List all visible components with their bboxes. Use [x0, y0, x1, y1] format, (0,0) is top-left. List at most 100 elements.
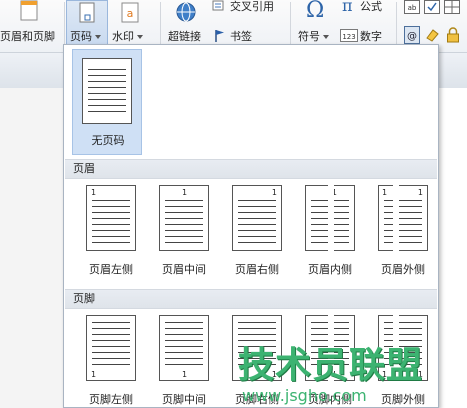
thumbnail-line: [238, 200, 276, 201]
chevron-down-icon: [95, 35, 101, 39]
header-option[interactable]: 1 页眉左侧: [80, 185, 142, 285]
thumbnail-line: [92, 236, 130, 237]
thumbnail-line: [92, 358, 130, 359]
header-option-label: 页眉中间: [162, 263, 206, 276]
hyperlink-button[interactable]: 超链接: [168, 28, 201, 44]
checkbox-control-icon[interactable]: [424, 0, 440, 14]
formula-button[interactable]: 公式: [360, 0, 382, 14]
ribbon-separator: [160, 2, 161, 46]
site-watermark: 技术员联盟 www.jsgho.com: [238, 336, 467, 408]
header-thumbnail: 1: [86, 185, 136, 251]
thumbnail-line: [92, 346, 130, 347]
footer-option-label: 页脚左侧: [89, 393, 133, 406]
svg-text:a: a: [127, 7, 134, 20]
footer-section-title: 页脚: [65, 289, 437, 309]
symbol-button[interactable]: 符号: [298, 28, 329, 44]
header-footer-icon: [20, 0, 38, 21]
thumbnail-line: [384, 206, 422, 207]
header-option[interactable]: 1 页眉中间: [153, 185, 215, 285]
header-option-label: 页眉左侧: [89, 263, 133, 276]
thumbnail-line: [165, 364, 203, 365]
thumbnail-line: [165, 242, 203, 243]
thumbnail-line: [92, 224, 130, 225]
header-footer-button[interactable]: 页眉和页脚: [0, 28, 55, 44]
cross-reference-icon: [212, 0, 224, 11]
header-thumbnail: 1: [159, 185, 209, 251]
header-option[interactable]: 1 1 页眉外侧: [372, 185, 434, 285]
omega-symbol-icon: Ω: [306, 0, 325, 23]
thumbnail-line: [92, 328, 130, 329]
thumbnail-line: [238, 242, 276, 243]
page-number-icon: [79, 2, 95, 23]
ribbon-separator: [64, 2, 65, 46]
watermark-label: 水印: [112, 30, 134, 43]
thumbnail-line: [88, 81, 126, 82]
thumbnail-line: [238, 230, 276, 231]
thumbnail-line: [88, 93, 126, 94]
document-left-margin: [0, 88, 70, 408]
thumbnail-line: [92, 334, 130, 335]
thumbnail-line: [384, 334, 422, 335]
thumbnail-line: [165, 200, 203, 201]
thumbnail-line: [88, 99, 126, 100]
grid-control-icon[interactable]: [444, 0, 460, 14]
thumbnail-line: [165, 218, 203, 219]
page-number-marker: 1: [182, 370, 188, 379]
svg-text:ab: ab: [408, 4, 417, 12]
thumbnail-line: [384, 236, 422, 237]
thumbnail-line: [384, 242, 422, 243]
design-mode-icon[interactable]: @: [404, 26, 420, 44]
header-thumbnail: 1: [232, 185, 282, 251]
chevron-down-icon: [137, 35, 143, 39]
page-number-marker: 1: [91, 370, 97, 379]
thumbnail-line: [238, 236, 276, 237]
text-field-control-icon[interactable]: ab: [404, 0, 420, 14]
thumbnail-line: [88, 69, 126, 70]
watermark-icon: a: [121, 2, 139, 23]
thumbnail-line: [165, 206, 203, 207]
lock-icon[interactable]: [446, 27, 460, 43]
watermark-url: www.jsgho.com: [242, 386, 367, 405]
svg-text:123: 123: [342, 33, 355, 41]
header-thumbnail: 11: [378, 185, 428, 251]
thumbnail-line: [88, 87, 126, 88]
page-number-label: 页码: [70, 30, 92, 43]
thumbnail-line: [92, 230, 130, 231]
thumbnail-line: [165, 328, 203, 329]
footer-thumbnail: 1: [159, 315, 209, 381]
thumbnail-line: [238, 212, 276, 213]
cross-reference-button[interactable]: 交叉引用: [230, 0, 274, 14]
number-123-icon: 123: [340, 29, 358, 42]
thumbnail-line: [384, 322, 422, 323]
hyperlink-globe-icon: [176, 2, 196, 22]
page-number-marker: 1: [417, 188, 423, 197]
no-page-number-thumbnail: [82, 58, 132, 124]
page-number-marker: 1: [271, 188, 277, 197]
thumbnail-line: [92, 352, 130, 353]
thumbnail-line: [165, 236, 203, 237]
thumbnail-line: [88, 105, 126, 106]
page-number-marker: 1: [182, 188, 188, 197]
no-page-number-option[interactable]: 无页码: [72, 49, 142, 155]
header-option[interactable]: 1 页眉右侧: [226, 185, 288, 285]
svg-text:@: @: [407, 31, 417, 42]
watermark-button[interactable]: 水印: [112, 28, 143, 44]
bookmark-button[interactable]: 书签: [230, 28, 252, 44]
footer-option[interactable]: 1 页脚左侧: [80, 315, 142, 407]
header-option-label: 页眉右侧: [235, 263, 279, 276]
footer-option[interactable]: 1 页脚中间: [153, 315, 215, 407]
thumbnail-line: [238, 206, 276, 207]
page-number-marker: 1: [382, 188, 388, 197]
symbol-label: 符号: [298, 30, 320, 43]
header-option[interactable]: 1 页眉内侧: [299, 185, 361, 285]
ribbon-separator: [396, 2, 397, 46]
header-option-label: 页眉外侧: [381, 263, 425, 276]
eraser-icon[interactable]: [424, 28, 440, 42]
page-number-button[interactable]: 页码: [70, 28, 101, 44]
thumbnail-line: [238, 224, 276, 225]
number-button[interactable]: 数字: [360, 28, 382, 44]
thumbnail-line: [165, 346, 203, 347]
ribbon-separator: [290, 2, 291, 46]
thumbnail-line: [88, 111, 126, 112]
thumbnail-line: [92, 212, 130, 213]
